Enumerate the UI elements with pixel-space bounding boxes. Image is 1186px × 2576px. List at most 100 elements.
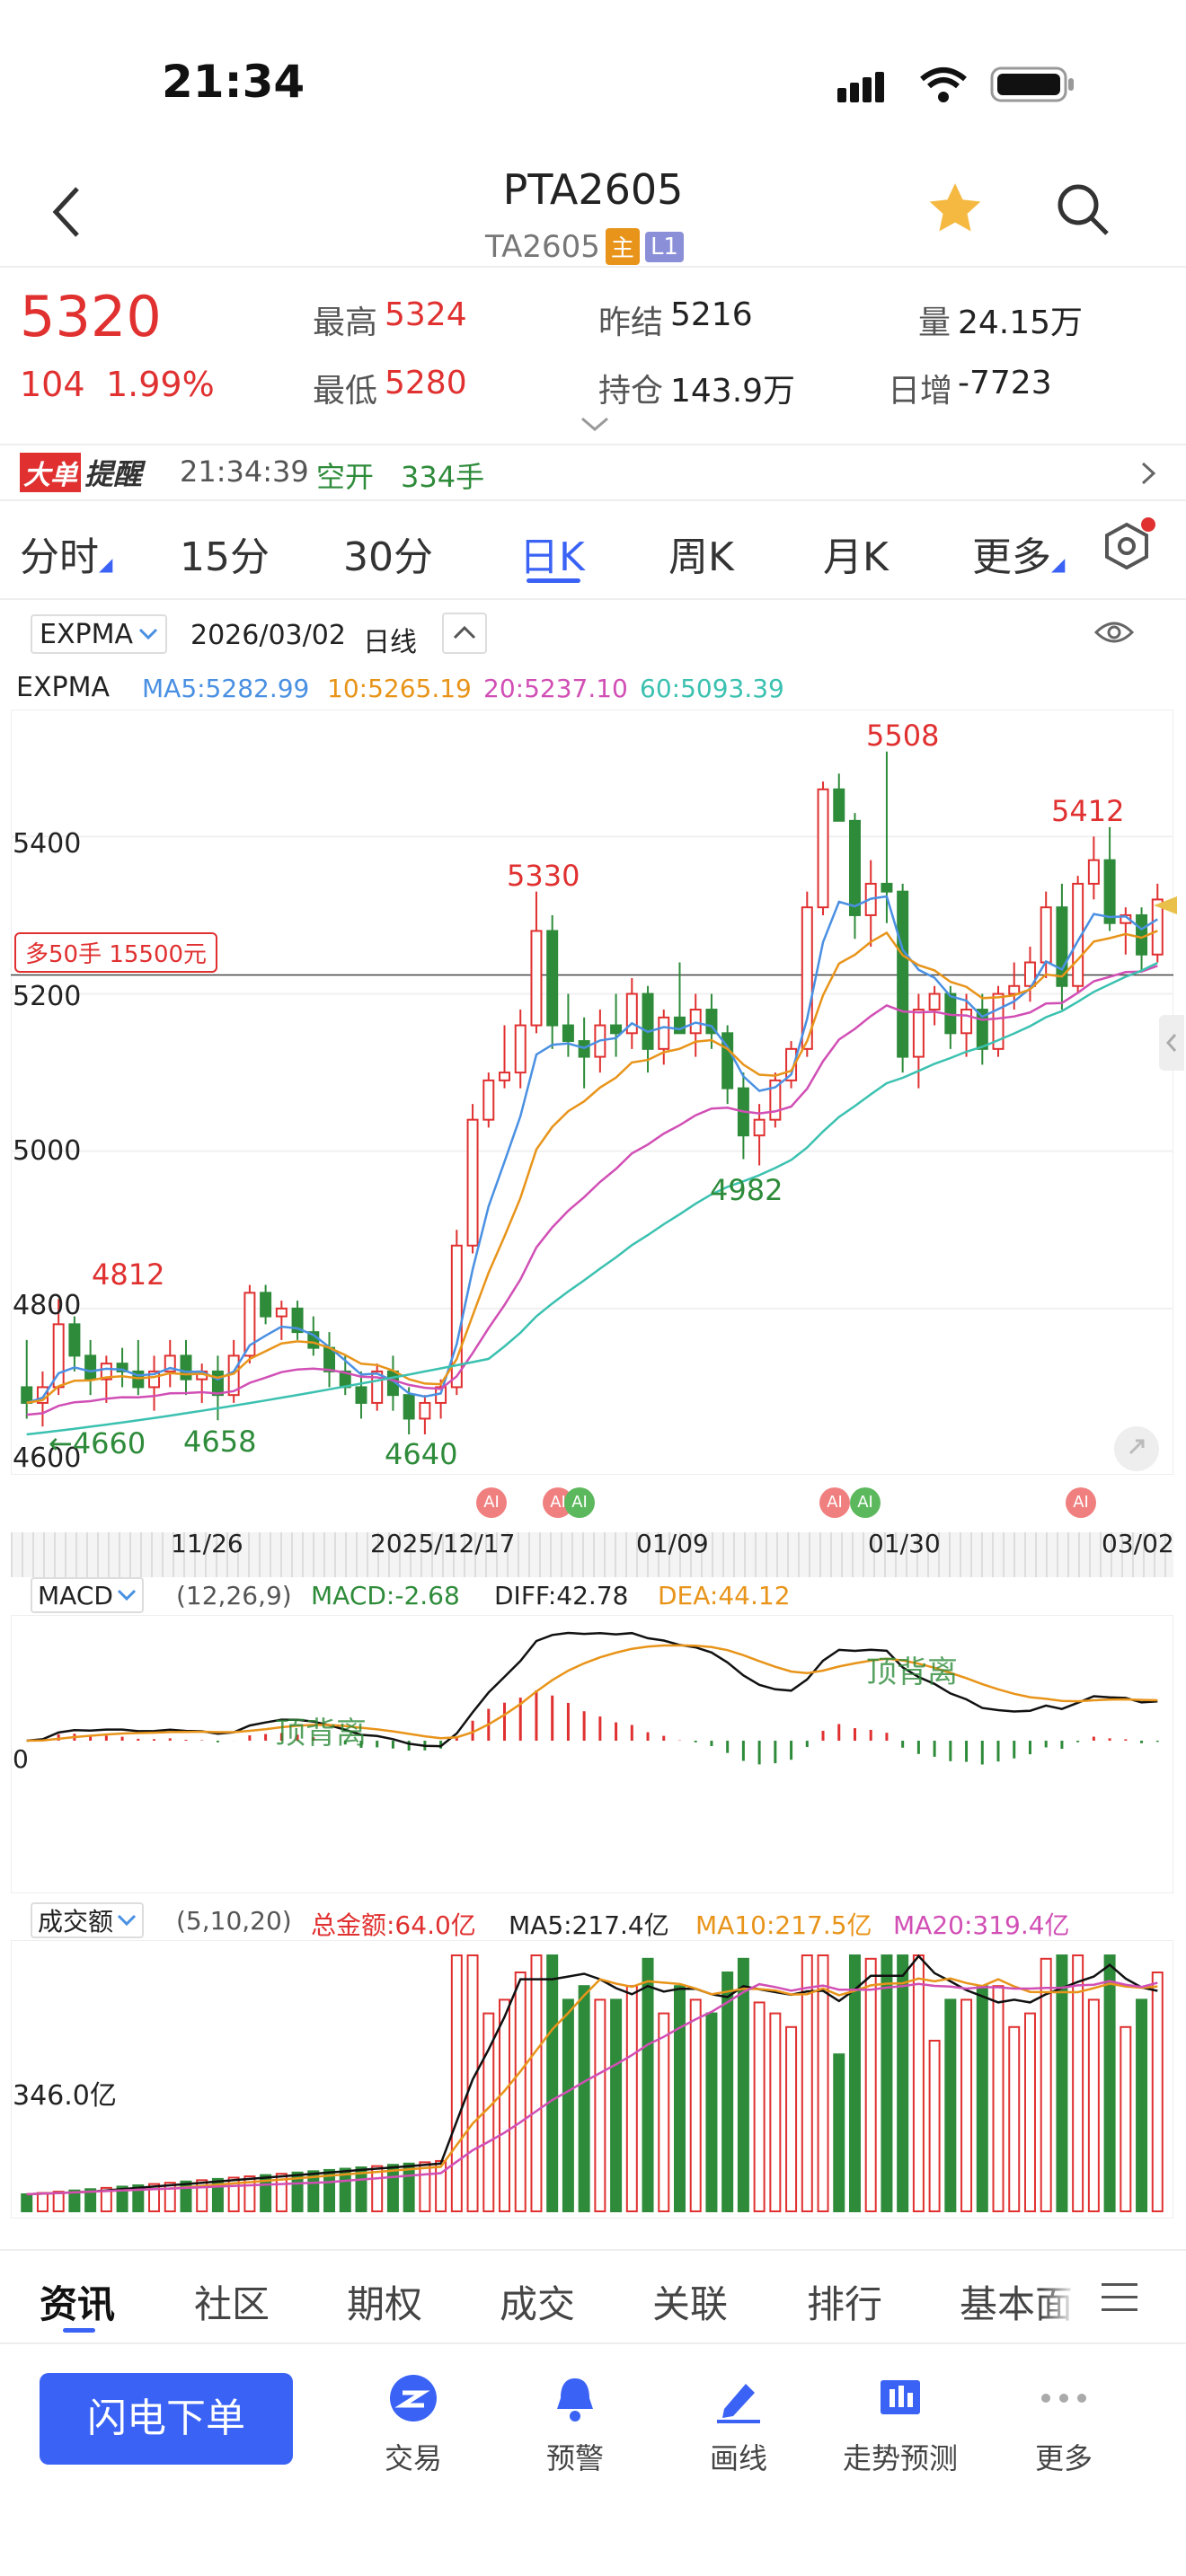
turnover-bar [21,2193,33,2212]
candle [912,1009,925,1058]
price-change: 104 [20,365,85,404]
turnover-bar [1056,1954,1068,2212]
price-change-pct: 1.99% [106,365,215,404]
turnover-bar [928,2040,941,2212]
volume-value: 24.15万 [958,304,1084,341]
indicator-selector[interactable]: EXPMA [31,614,168,654]
eye-icon[interactable] [1093,616,1136,648]
chart-period: 日线 [363,627,417,658]
tab-daily[interactable]: 日K [519,525,585,582]
expma-ma60: 60:5093.39 [640,674,784,703]
bell-icon[interactable] [548,2371,602,2425]
draw-label[interactable]: 画线 [649,2436,828,2477]
tab-news-underline [63,2328,95,2333]
tab-news[interactable]: 资讯 [40,2274,115,2329]
ai-badge[interactable]: AI [476,1487,507,1518]
tab-trades[interactable]: 成交 [500,2274,575,2329]
open-interest-label: 持仓 [598,373,664,410]
turnover-axis-label: 346.0亿 [13,2080,117,2112]
turnover-bar [546,1954,559,2212]
candle [1103,859,1116,924]
pen-icon[interactable] [712,2371,766,2425]
ema10-line [26,930,1158,1405]
forecast-book-icon[interactable] [873,2371,927,2425]
macd-divergence-note: 顶背离 [866,1654,958,1690]
position-arrow-icon [1154,895,1181,916]
trade-icon[interactable] [386,2371,440,2425]
candle [275,1307,288,1318]
candlestick-chart[interactable] [11,710,1173,1475]
alert-label[interactable]: 预警 [485,2436,665,2477]
trade-label[interactable]: 交易 [323,2436,503,2477]
big-order-alert[interactable]: 大单 提醒 [20,453,142,492]
expand-chevron-icon[interactable] [579,415,611,433]
tab-timeshare[interactable]: 分时◢ [20,525,112,582]
candle [211,1370,224,1397]
tab-community[interactable]: 社区 [194,2274,270,2329]
low-value: 5280 [385,365,467,401]
candle [848,819,861,916]
tab-related[interactable]: 关联 [652,2274,728,2329]
more-dots-icon[interactable] [1037,2371,1091,2425]
tab-ranking[interactable]: 排行 [807,2274,882,2329]
annotation-low-4658: 4658 [183,1425,257,1459]
macd-chart[interactable] [11,1615,1173,1893]
menu-icon[interactable] [1102,2281,1137,2314]
tab-fundamentals[interactable]: 基本面 [960,2274,1076,2329]
more-label[interactable]: 更多 [974,2436,1154,2477]
tab-monthly[interactable]: 月K [823,525,889,582]
annotation-high-4812: 4812 [92,1257,165,1292]
tab-more[interactable]: 更多◢ [972,525,1065,582]
macd-zero-label: 0 [13,1744,29,1774]
ai-badge[interactable]: AI [564,1487,595,1518]
candle [960,1009,973,1035]
candle [897,890,909,1058]
ai-badge[interactable]: AI [819,1487,850,1518]
flash-order-button[interactable]: 闪电下单 [40,2373,293,2465]
tab-15min[interactable]: 15分 [180,525,270,582]
tab-options[interactable]: 期权 [347,2274,422,2329]
turnover-chart[interactable] [11,1940,1173,2219]
turnover-bar [833,2053,845,2212]
candle [1136,913,1148,956]
forecast-label[interactable]: 走势预测 [810,2436,990,2477]
turnover-bar [36,2192,49,2213]
collapse-button[interactable] [442,613,487,654]
fullscreen-icon[interactable] [1114,1426,1159,1471]
turnover-bar [594,1998,606,2213]
turnover-selector[interactable]: 成交额 [31,1902,145,1938]
side-handle[interactable] [1159,1015,1184,1071]
macd-selector[interactable]: MACD [31,1577,144,1613]
ai-badge[interactable]: AI [1066,1487,1096,1518]
turnover-bar [610,1998,623,2213]
chart-settings-icon[interactable] [1098,517,1155,575]
tab-30min[interactable]: 30分 [343,525,433,582]
turnover-selector-label: 成交额 [38,1907,114,1936]
date-tick: 11/26 [171,1529,243,1558]
alert-tag-a: 大单 [20,453,81,492]
main-badge: 主 [605,228,640,265]
turnover-bar [578,1985,590,2213]
turnover-bar [1151,1972,1164,2212]
turnover-bar [689,1998,702,2213]
tab-weekly[interactable]: 周K [668,525,734,582]
turnover-bar [737,1957,749,2213]
search-icon[interactable] [1053,180,1112,239]
candle [514,1024,527,1074]
turnover-ma20: MA20:319.4亿 [893,1910,1070,1940]
candle [928,992,941,1011]
favorite-star-icon[interactable] [925,180,985,239]
turnover-bar [530,1954,543,2212]
turnover-bar [164,2182,176,2212]
chevron-right-icon[interactable] [1139,460,1157,487]
turnover-bar [721,1972,734,2212]
position-tag[interactable]: 多50手 15500元 [14,932,218,973]
candle [642,992,654,1050]
prev-settle-label: 昨结 [598,304,664,341]
turnover-bar [562,1998,574,2213]
low-label: 最低 [313,373,378,410]
turnover-bar [1136,1998,1148,2213]
turnover-bar [992,1985,1005,2213]
tab-timeshare-label: 分时 [20,534,99,580]
ai-badge[interactable]: AI [850,1487,881,1518]
